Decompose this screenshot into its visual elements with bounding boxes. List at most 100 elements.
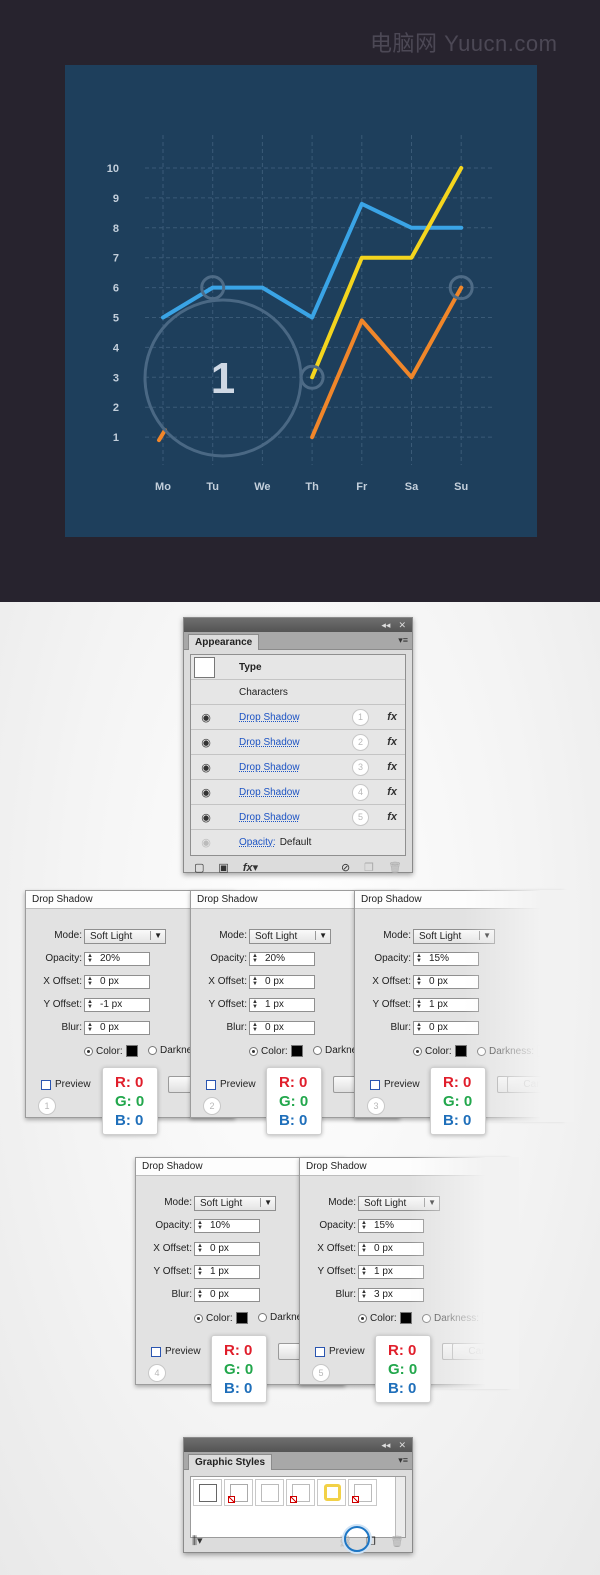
- stepper-icon[interactable]: ▲ ▼: [252, 953, 258, 964]
- drop-shadow-row[interactable]: ◉ Drop Shadow 2 fx: [191, 730, 405, 755]
- preview-option[interactable]: Preview: [315, 1346, 365, 1357]
- stepper-icon[interactable]: ▲ ▼: [252, 1022, 258, 1033]
- drop-shadow-link[interactable]: Drop Shadow: [239, 762, 300, 773]
- y-offset-field[interactable]: ▲ ▼ 1 px: [249, 998, 315, 1012]
- stepper-icon[interactable]: ▲ ▼: [416, 953, 422, 964]
- preview-option[interactable]: Preview: [206, 1079, 256, 1090]
- eye-icon[interactable]: ◉: [191, 736, 221, 749]
- darkness-option[interactable]: Darkne: [258, 1312, 302, 1323]
- style-swatch-yellow[interactable]: [317, 1479, 346, 1506]
- color-swatch[interactable]: [125, 1045, 138, 1057]
- preview-option[interactable]: Preview: [151, 1346, 201, 1357]
- color-radio[interactable]: [413, 1046, 422, 1056]
- opacity-row[interactable]: ◉ Opacity: Default: [191, 830, 405, 855]
- style-swatch-default[interactable]: [193, 1479, 222, 1506]
- color-swatch[interactable]: [235, 1312, 248, 1324]
- color-option[interactable]: Color:: [194, 1312, 248, 1324]
- fx-icon[interactable]: fx: [387, 761, 397, 773]
- stepper-icon[interactable]: ▲ ▼: [361, 1220, 367, 1231]
- libraries-icon[interactable]: ⫼▾: [192, 1534, 203, 1548]
- stepper-icon[interactable]: ▲ ▼: [87, 1022, 93, 1033]
- color-radio[interactable]: [194, 1313, 203, 1323]
- color-radio[interactable]: [249, 1046, 258, 1056]
- clear-appearance-icon[interactable]: ⊘: [341, 861, 350, 874]
- stepper-icon[interactable]: ▲ ▼: [197, 1266, 203, 1277]
- trash-icon[interactable]: 🗑: [390, 1535, 404, 1548]
- type-row[interactable]: Type: [191, 655, 405, 680]
- drop-shadow-link[interactable]: Drop Shadow: [239, 787, 300, 798]
- preview-checkbox[interactable]: [206, 1079, 216, 1090]
- stepper-icon[interactable]: ▲ ▼: [416, 976, 422, 987]
- fx-icon[interactable]: fx: [387, 811, 397, 823]
- trash-icon[interactable]: 🗑: [388, 861, 402, 874]
- fx-icon[interactable]: fx: [387, 711, 397, 723]
- blur-field[interactable]: ▲ ▼ 0 px: [194, 1288, 260, 1302]
- stepper-icon[interactable]: ▲ ▼: [252, 999, 258, 1010]
- fx-icon[interactable]: fx: [387, 786, 397, 798]
- style-swatch-4[interactable]: [286, 1479, 315, 1506]
- stepper-icon[interactable]: ▲ ▼: [361, 1289, 367, 1300]
- preview-checkbox[interactable]: [41, 1079, 51, 1090]
- x-offset-field[interactable]: ▲ ▼ 0 px: [84, 975, 150, 989]
- panel-menu-icon[interactable]: ▾≡: [398, 635, 408, 646]
- eye-icon[interactable]: ◉: [191, 786, 221, 799]
- color-radio[interactable]: [358, 1313, 367, 1323]
- opacity-field[interactable]: ▲ ▼ 20%: [249, 952, 315, 966]
- style-swatch-2[interactable]: [224, 1479, 253, 1506]
- add-effect-icon[interactable]: fx▾: [243, 861, 258, 874]
- drop-shadow-link[interactable]: Drop Shadow: [239, 812, 300, 823]
- y-offset-field[interactable]: ▲ ▼ 1 px: [194, 1265, 260, 1279]
- style-swatch-6[interactable]: [348, 1479, 377, 1506]
- stepper-icon[interactable]: ▲ ▼: [197, 1220, 203, 1231]
- color-radio[interactable]: [84, 1046, 93, 1056]
- collapse-icon[interactable]: ◂◂: [381, 620, 390, 631]
- drop-shadow-row[interactable]: ◉ Drop Shadow 3 fx: [191, 755, 405, 780]
- add-fill-icon[interactable]: ▣: [218, 861, 228, 874]
- drop-shadow-link[interactable]: Drop Shadow: [239, 737, 300, 748]
- characters-row[interactable]: Characters: [191, 680, 405, 705]
- stepper-icon[interactable]: ▲ ▼: [87, 953, 93, 964]
- darkness-radio[interactable]: [313, 1046, 322, 1055]
- scrollbar[interactable]: [395, 1477, 405, 1537]
- style-swatch-3[interactable]: [255, 1479, 284, 1506]
- preview-checkbox[interactable]: [315, 1346, 325, 1357]
- stepper-icon[interactable]: ▲ ▼: [416, 999, 422, 1010]
- eye-icon[interactable]: ◉: [191, 711, 221, 724]
- preview-option[interactable]: Preview: [41, 1079, 91, 1090]
- opacity-link[interactable]: Opacity:: [239, 837, 276, 848]
- x-offset-field[interactable]: ▲ ▼ 0 px: [249, 975, 315, 989]
- color-option[interactable]: Color:: [249, 1045, 303, 1057]
- stepper-icon[interactable]: ▲ ▼: [87, 976, 93, 987]
- x-offset-field[interactable]: ▲ ▼ 0 px: [194, 1242, 260, 1256]
- stepper-icon[interactable]: ▲ ▼: [197, 1289, 203, 1300]
- color-option[interactable]: Color:: [413, 1045, 467, 1057]
- drop-shadow-row[interactable]: ◉ Drop Shadow 1 fx: [191, 705, 405, 730]
- drop-shadow-row[interactable]: ◉ Drop Shadow 4 fx: [191, 780, 405, 805]
- y-offset-field[interactable]: ▲ ▼ -1 px: [84, 998, 150, 1012]
- preview-checkbox[interactable]: [151, 1346, 161, 1357]
- collapse-icon[interactable]: ◂◂: [381, 1440, 390, 1451]
- eye-icon[interactable]: ◉: [191, 811, 221, 824]
- fx-icon[interactable]: fx: [387, 736, 397, 748]
- opacity-field[interactable]: ▲ ▼ 20%: [84, 952, 150, 966]
- tab-appearance[interactable]: Appearance: [188, 634, 260, 650]
- drop-shadow-row[interactable]: ◉ Drop Shadow 5 fx: [191, 805, 405, 830]
- opacity-field[interactable]: ▲ ▼ 10%: [194, 1219, 260, 1233]
- stepper-icon[interactable]: ▲ ▼: [361, 1266, 367, 1277]
- blur-field[interactable]: ▲ ▼ 0 px: [84, 1021, 150, 1035]
- color-option[interactable]: Color:: [84, 1045, 138, 1057]
- darkness-radio[interactable]: [148, 1046, 157, 1055]
- mode-select[interactable]: Soft Light ▼: [194, 1196, 276, 1211]
- close-icon[interactable]: ✕: [398, 1440, 406, 1451]
- color-swatch[interactable]: [290, 1045, 303, 1057]
- blur-field[interactable]: ▲ ▼ 0 px: [249, 1021, 315, 1035]
- darkness-option[interactable]: Darkne: [313, 1045, 357, 1056]
- duplicate-icon[interactable]: ❐: [364, 861, 374, 874]
- stepper-icon[interactable]: ▲ ▼: [416, 1022, 422, 1033]
- add-stroke-icon[interactable]: ▢: [194, 861, 204, 874]
- preview-checkbox[interactable]: [370, 1079, 380, 1090]
- preview-option[interactable]: Preview: [370, 1079, 420, 1090]
- tab-graphic-styles[interactable]: Graphic Styles: [188, 1454, 273, 1470]
- stepper-icon[interactable]: ▲ ▼: [252, 976, 258, 987]
- eye-icon[interactable]: ◉: [191, 761, 221, 774]
